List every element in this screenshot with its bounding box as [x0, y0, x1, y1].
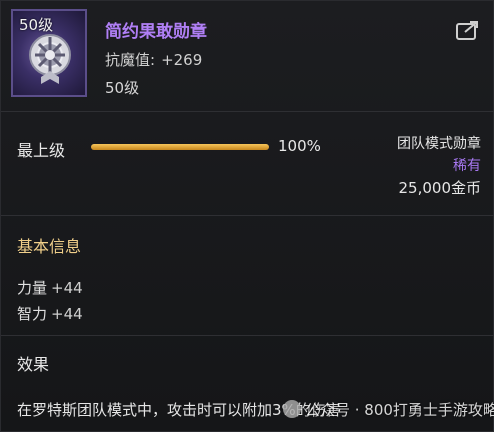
stat-value: +269 [161, 51, 203, 69]
item-meta: 团队模式勋章 稀有 25,000金币 [397, 133, 481, 199]
attribute-name: 智力 [17, 305, 48, 323]
wechat-icon [283, 400, 301, 418]
item-header: 50级 简约果敢勋章 抗魔值: +269 50级 [1, 1, 494, 109]
attribute-value: +44 [51, 279, 83, 297]
progress-bar-fill [91, 144, 269, 150]
progress-label: 最上级 [17, 141, 66, 160]
item-main-stat: 抗魔值: +269 [105, 49, 202, 70]
basic-info-title: 基本信息 [17, 237, 82, 256]
divider [1, 335, 494, 336]
item-price: 25,000金币 [398, 179, 482, 197]
item-type: 团队模式勋章 [397, 136, 481, 152]
item-icon-frame: 50级 [11, 9, 87, 97]
progress-bar [91, 144, 269, 150]
attribute-row: 智力 +44 [17, 303, 83, 324]
attribute-row: 力量 +44 [17, 277, 83, 298]
item-tooltip-panel: 50级 简约果敢勋章 抗魔值: +269 50级 最上级 100% 团队模式勋章 … [0, 0, 494, 432]
item-level: 50级 [105, 79, 140, 97]
item-title: 简约果敢勋章 [105, 22, 207, 42]
attribute-name: 力量 [17, 279, 48, 297]
medal-icon [29, 34, 71, 84]
share-icon[interactable] [455, 19, 481, 41]
stat-label: 抗魔值: [105, 51, 156, 69]
watermark-text: 公众号 · 800打勇士手游攻略 [305, 401, 494, 419]
divider [1, 215, 494, 216]
divider [1, 111, 494, 112]
attribute-value: +44 [51, 305, 83, 323]
effect-title: 效果 [17, 355, 50, 374]
watermark: 公众号 · 800打勇士手游攻略 [283, 399, 494, 420]
progress-percent: 100% [278, 137, 321, 155]
item-rarity: 稀有 [453, 158, 481, 174]
